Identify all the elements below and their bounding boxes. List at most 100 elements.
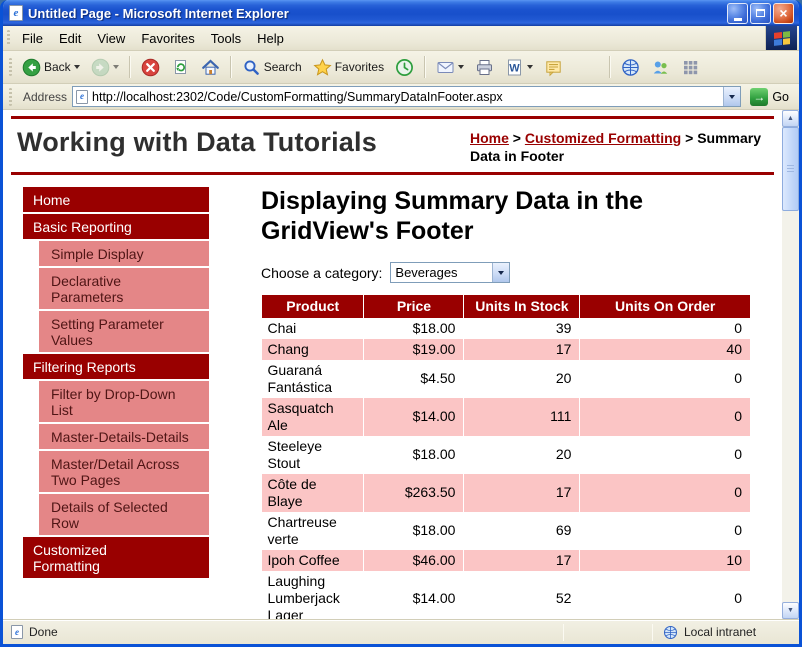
units-on-order-cell: 0 bbox=[580, 474, 750, 512]
forward-dropdown-icon[interactable] bbox=[113, 65, 119, 69]
messenger-button[interactable] bbox=[646, 56, 675, 79]
page-body: HomeBasic ReportingSimple DisplayDeclara… bbox=[3, 187, 782, 619]
sidebar-item[interactable]: Setting Parameter Values bbox=[39, 311, 209, 352]
toolbar-grip bbox=[9, 58, 12, 76]
toolbar-separator bbox=[129, 56, 131, 78]
maximize-button[interactable] bbox=[750, 3, 771, 24]
browser-viewport: Working with Data Tutorials Home > Custo… bbox=[3, 110, 799, 619]
forward-icon bbox=[91, 58, 110, 77]
sidebar-item[interactable]: Filter by Drop-Down List bbox=[39, 381, 209, 422]
back-dropdown-icon[interactable] bbox=[74, 65, 80, 69]
scroll-down-button[interactable]: ▼ bbox=[782, 602, 799, 619]
menu-item[interactable]: View bbox=[89, 28, 133, 49]
units-in-stock-cell: 20 bbox=[464, 436, 580, 474]
sidebar-item[interactable]: Home bbox=[23, 187, 209, 212]
grid-column-header: Units On Order bbox=[580, 295, 750, 318]
home-button[interactable] bbox=[196, 56, 225, 79]
close-button[interactable]: × bbox=[773, 3, 794, 24]
breadcrumb-separator: > bbox=[509, 130, 525, 146]
toolbar: Back Search Favorites bbox=[3, 51, 799, 84]
sidebar-item[interactable]: Filtering Reports bbox=[23, 354, 209, 379]
mail-icon bbox=[436, 58, 455, 77]
units-on-order-cell: 0 bbox=[580, 512, 750, 550]
sidebar-item[interactable]: Master/Detail Across Two Pages bbox=[39, 451, 209, 492]
product-cell: Chartreuse verte bbox=[262, 512, 364, 550]
units-in-stock-cell: 17 bbox=[464, 474, 580, 512]
scroll-up-button[interactable]: ▲ bbox=[782, 110, 799, 127]
vertical-scrollbar[interactable]: ▲ ▼ bbox=[782, 110, 799, 619]
document-icon: e bbox=[9, 5, 23, 21]
back-button[interactable]: Back bbox=[17, 56, 85, 79]
messenger-icon bbox=[651, 58, 670, 77]
category-dropdown[interactable]: Beverages bbox=[390, 262, 510, 283]
menu-item[interactable]: Favorites bbox=[133, 28, 202, 49]
table-row: Guaraná Fantástica$4.50200 bbox=[262, 360, 751, 398]
search-label: Search bbox=[264, 60, 302, 74]
msn-button[interactable] bbox=[616, 56, 645, 79]
units-on-order-cell: 10 bbox=[580, 550, 750, 571]
breadcrumb-separator: > bbox=[681, 130, 697, 146]
status-left-panel: e Done bbox=[7, 625, 561, 639]
go-button[interactable]: → Go bbox=[746, 86, 795, 108]
breadcrumb-section-link[interactable]: Customized Formatting bbox=[525, 130, 681, 146]
units-on-order-cell: 0 bbox=[580, 360, 750, 398]
breadcrumb-home-link[interactable]: Home bbox=[470, 130, 509, 146]
product-cell: Guaraná Fantástica bbox=[262, 360, 364, 398]
address-url-text: http://localhost:2302/Code/CustomFormatt… bbox=[92, 90, 719, 104]
units-on-order-cell: 0 bbox=[580, 398, 750, 436]
menu-item[interactable]: Help bbox=[249, 28, 292, 49]
scrollbar-thumb[interactable] bbox=[782, 127, 799, 211]
go-arrow-icon: → bbox=[750, 88, 768, 106]
table-row: Laughing Lumberjack Lager$14.00520 bbox=[262, 571, 751, 619]
history-button[interactable] bbox=[390, 56, 419, 79]
browser-window: e Untitled Page - Microsoft Internet Exp… bbox=[0, 0, 802, 647]
sidebar-item[interactable]: Master-Details-Details bbox=[39, 424, 209, 449]
minimize-icon bbox=[734, 18, 742, 21]
discuss-button[interactable] bbox=[539, 56, 568, 79]
sidebar-item[interactable]: Details of Selected Row bbox=[39, 494, 209, 535]
product-cell: Côte de Blaye bbox=[262, 474, 364, 512]
refresh-button[interactable] bbox=[166, 56, 195, 79]
sidebar-item[interactable]: Customized Formatting bbox=[23, 537, 209, 578]
mail-button[interactable] bbox=[431, 56, 469, 79]
close-icon: × bbox=[779, 6, 787, 20]
search-button[interactable]: Search bbox=[237, 56, 307, 79]
favorites-star-icon bbox=[313, 58, 332, 77]
price-cell: $19.00 bbox=[364, 339, 464, 360]
sidebar-item[interactable]: Simple Display bbox=[39, 241, 209, 266]
units-on-order-cell: 40 bbox=[580, 339, 750, 360]
price-cell: $18.00 bbox=[364, 512, 464, 550]
menu-item[interactable]: Tools bbox=[203, 28, 249, 49]
favorites-button[interactable]: Favorites bbox=[308, 56, 389, 79]
category-label: Choose a category: bbox=[261, 265, 382, 281]
menu-item[interactable]: File bbox=[14, 28, 51, 49]
sidebar-nav: HomeBasic ReportingSimple DisplayDeclara… bbox=[23, 187, 209, 580]
breadcrumb: Home > Customized Formatting > Summary D… bbox=[470, 130, 772, 165]
go-label: Go bbox=[772, 90, 789, 104]
minimize-button[interactable] bbox=[727, 3, 748, 24]
address-input[interactable]: e http://localhost:2302/Code/CustomForma… bbox=[72, 86, 741, 107]
dropdown-arrow-button[interactable] bbox=[492, 263, 509, 282]
table-row: Chai$18.00390 bbox=[262, 318, 751, 339]
title-bar: e Untitled Page - Microsoft Internet Exp… bbox=[3, 0, 799, 26]
sidebar-item[interactable]: Basic Reporting bbox=[23, 214, 209, 239]
print-button[interactable] bbox=[470, 56, 499, 79]
menu-item[interactable]: Edit bbox=[51, 28, 89, 49]
dropdown-arrow-icon bbox=[729, 95, 735, 99]
table-row: Chang$19.001740 bbox=[262, 339, 751, 360]
quick-links-grid-icon bbox=[681, 58, 700, 77]
sidebar-item[interactable]: Declarative Parameters bbox=[39, 268, 209, 309]
quick-links-button[interactable] bbox=[676, 56, 705, 79]
forward-button[interactable] bbox=[86, 56, 124, 79]
stop-button[interactable] bbox=[136, 56, 165, 79]
menu-bar: FileEditViewFavoritesToolsHelp bbox=[3, 26, 799, 51]
units-in-stock-cell: 17 bbox=[464, 339, 580, 360]
status-page-icon: e bbox=[11, 625, 23, 639]
page-header: Working with Data Tutorials Home > Custo… bbox=[3, 119, 782, 172]
status-separator bbox=[652, 624, 653, 641]
mail-dropdown-icon[interactable] bbox=[458, 65, 464, 69]
status-separator bbox=[563, 624, 564, 641]
edit-dropdown-icon[interactable] bbox=[527, 65, 533, 69]
address-history-dropdown[interactable] bbox=[723, 87, 740, 106]
edit-button[interactable]: W bbox=[500, 56, 538, 79]
